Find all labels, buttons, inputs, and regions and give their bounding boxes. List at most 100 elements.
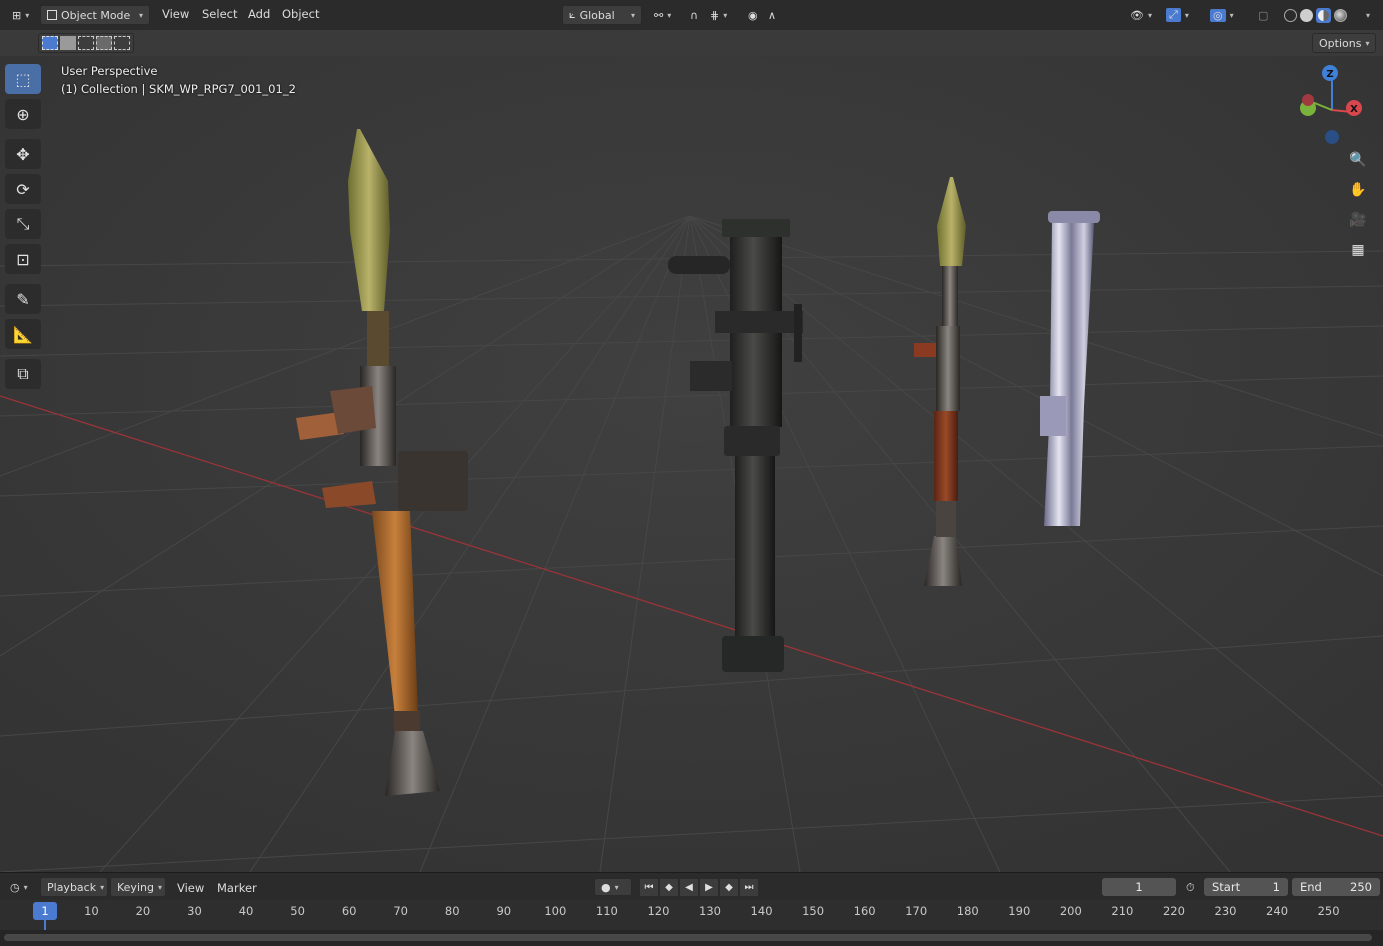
timeline-scrollbar[interactable]: [0, 930, 1383, 946]
ruler-tick-label: 10: [84, 904, 99, 918]
gizmo-icon: ⤢: [1166, 8, 1181, 22]
editor-type-icon: ⊞: [12, 8, 22, 22]
timeline-ruler[interactable]: 1 10 20 30 40 50 60 70 80 90 100 110 120 130 140 150 160…: [0, 900, 1383, 946]
timeline-view-menu[interactable]: View: [177, 881, 204, 895]
material-shading-icon[interactable]: [1316, 7, 1331, 23]
proportional-edit-toggle[interactable]: ◉: [742, 5, 762, 25]
xray-icon: ▢: [1258, 8, 1269, 22]
falloff-dropdown[interactable]: ∧: [762, 5, 792, 25]
visibility-dropdown[interactable]: 👁 ▾: [1124, 5, 1158, 25]
select-box-icon[interactable]: ⬚: [5, 64, 41, 94]
scrollbar-thumb[interactable]: [4, 934, 1372, 941]
start-label: Start: [1212, 880, 1241, 894]
collection-label: (1) Collection | SKM_WP_RPG7_001_01_2: [61, 82, 296, 96]
ruler-tick-label: 100: [544, 904, 567, 918]
3d-viewport[interactable]: User Perspective (1) Collection | SKM_WP…: [0, 56, 1383, 872]
end-value: 250: [1350, 880, 1372, 894]
pivot-icon: ⚯: [654, 8, 664, 22]
neg-z-axis-handle[interactable]: [1325, 130, 1339, 144]
overlays-toggle[interactable]: ◎ ▾: [1204, 5, 1248, 25]
mode-dropdown[interactable]: Object Mode ▾: [40, 5, 150, 25]
rendered-shading-icon[interactable]: [1334, 8, 1347, 22]
ruler-tick-label: 120: [647, 904, 670, 918]
object-mode-icon: [47, 10, 57, 20]
shading-modes: [1278, 5, 1358, 25]
snap-toggle[interactable]: ∩: [684, 5, 704, 25]
select-intersect-icon[interactable]: [114, 36, 130, 50]
jump-start-icon[interactable]: ⏮: [640, 879, 658, 896]
transform-icon[interactable]: ⊡: [5, 244, 41, 274]
add-cube-icon[interactable]: ⧉: [5, 359, 41, 389]
mode-label: Object Mode: [61, 8, 131, 22]
axis-gizmo: Z X: [1300, 65, 1362, 144]
start-frame-field[interactable]: Start 1: [1204, 878, 1288, 896]
ruler-tick-label: 20: [135, 904, 151, 918]
magnet-icon: ∩: [690, 8, 699, 22]
ruler-tick-label: 210: [1111, 904, 1134, 918]
end-frame-field[interactable]: End 250: [1292, 878, 1380, 896]
orientation-label: Global: [579, 8, 615, 22]
jump-end-icon[interactable]: ⏭: [740, 879, 758, 896]
camera-icon[interactable]: 🎥: [1345, 207, 1371, 233]
ruler-tick-label: 230: [1214, 904, 1237, 918]
timeline-editor-type[interactable]: ◷ ▾: [4, 877, 34, 897]
orientation-icon: ⟀: [569, 8, 576, 21]
marker-menu[interactable]: Marker: [217, 881, 257, 895]
tool-settings-bar: Options ▾: [0, 30, 1383, 56]
transform-orientation-dropdown[interactable]: ⟀ Global ▾: [562, 5, 642, 25]
editor-type-button[interactable]: ⊞ ▾: [6, 5, 34, 25]
menu-view[interactable]: View: [162, 7, 189, 21]
select-extend-icon[interactable]: [60, 36, 76, 50]
keying-menu[interactable]: Keying ▾: [110, 877, 166, 897]
measure-icon[interactable]: 📐: [5, 319, 41, 349]
pivot-dropdown[interactable]: ⚯ ▾: [648, 5, 678, 25]
proportional-edit-icon: ◉: [748, 8, 758, 22]
start-value: 1: [1272, 880, 1280, 894]
falloff-icon: ∧: [768, 8, 777, 22]
ruler-tick-label: 250: [1317, 904, 1340, 918]
play-icon[interactable]: ▶: [700, 879, 718, 896]
ruler-tick-label: 60: [341, 904, 357, 918]
playback-menu[interactable]: Playback ▾: [40, 877, 108, 897]
ruler-tick-label: 40: [238, 904, 254, 918]
select-subtract-icon[interactable]: [78, 36, 94, 50]
snap-grid-icon: ⋕: [710, 8, 720, 22]
next-keyframe-icon[interactable]: ◆: [720, 879, 738, 896]
move-icon[interactable]: ✥: [5, 139, 41, 169]
rotate-icon[interactable]: ⟳: [5, 174, 41, 204]
menu-object[interactable]: Object: [282, 7, 319, 21]
scale-icon[interactable]: ⤡: [5, 209, 41, 239]
zoom-icon[interactable]: 🔍: [1345, 147, 1371, 173]
selection-mode-group: [38, 33, 134, 53]
solid-shading-icon[interactable]: [1300, 8, 1313, 22]
ruler-tick-label: 160: [853, 904, 876, 918]
ruler-tick-label: 190: [1008, 904, 1031, 918]
play-reverse-icon[interactable]: ◀: [680, 879, 698, 896]
select-invert-icon[interactable]: [96, 36, 112, 50]
pan-hand-icon[interactable]: ✋: [1345, 177, 1371, 203]
z-axis-label: Z: [1326, 69, 1333, 80]
menu-select[interactable]: Select: [202, 7, 237, 21]
annotate-icon[interactable]: ✎: [5, 284, 41, 314]
cursor-icon[interactable]: ⊕: [5, 99, 41, 129]
options-dropdown[interactable]: Options ▾: [1312, 33, 1376, 53]
grid-view-icon[interactable]: ▦: [1345, 237, 1371, 263]
shading-options-dropdown[interactable]: ▾: [1360, 5, 1378, 25]
ruler-tick-label: 200: [1059, 904, 1082, 918]
menu-add[interactable]: Add: [248, 7, 270, 21]
xray-toggle[interactable]: ▢: [1252, 5, 1276, 25]
chevron-down-icon: ▾: [138, 10, 143, 20]
auto-keying-toggle[interactable]: ● ▾: [594, 878, 632, 896]
ruler-tick-label: 220: [1162, 904, 1185, 918]
use-preview-range-toggle[interactable]: ⏱: [1180, 878, 1202, 898]
current-frame-field[interactable]: 1: [1102, 878, 1176, 896]
end-label: End: [1300, 880, 1322, 894]
wireframe-shading-icon[interactable]: [1284, 8, 1297, 22]
navigation-gizmo[interactable]: Z X: [1296, 62, 1366, 148]
prev-keyframe-icon[interactable]: ◆: [660, 879, 678, 896]
current-frame-value: 1: [1135, 880, 1143, 894]
select-new-icon[interactable]: [42, 36, 58, 50]
gizmo-toggle[interactable]: ⤢ ▾: [1160, 5, 1194, 25]
perspective-label: User Perspective: [61, 64, 158, 78]
snap-target-dropdown[interactable]: ⋕ ▾: [704, 5, 738, 25]
